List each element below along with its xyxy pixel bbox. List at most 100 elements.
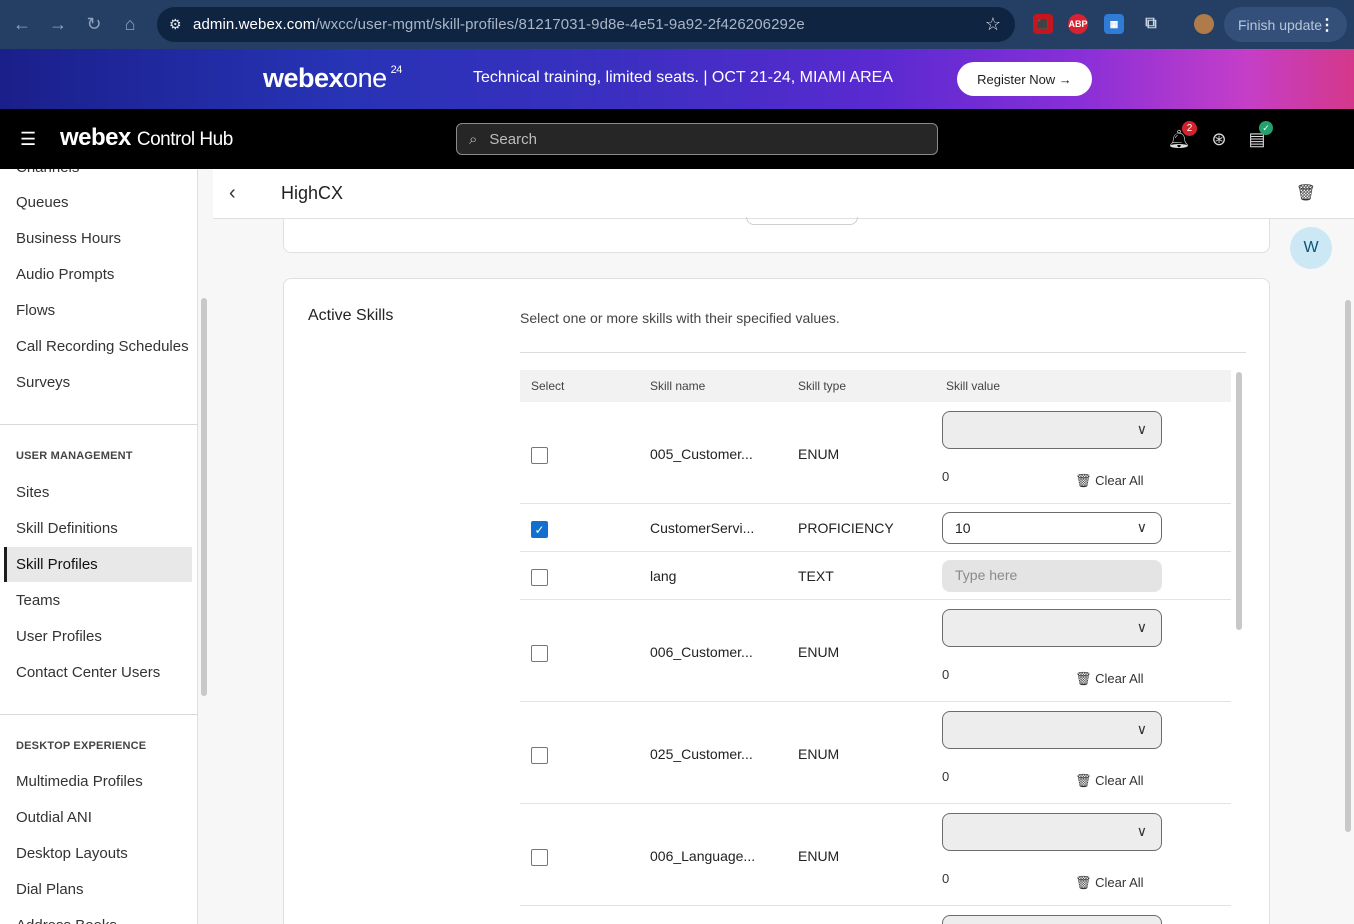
skill-type: ENUM: [798, 644, 840, 660]
finish-update-button[interactable]: Finish update ⋮: [1224, 7, 1347, 42]
sidebar-item-surveys[interactable]: Surveys: [4, 365, 192, 400]
col-skill-name: Skill name: [650, 379, 706, 393]
chevron-down-icon: ∨: [1136, 721, 1147, 737]
sidebar-item-dial-plans[interactable]: Dial Plans: [4, 872, 192, 907]
pdf-icon[interactable]: ⬛: [1033, 14, 1053, 34]
skill-value-dropdown[interactable]: ∨: [942, 609, 1162, 647]
row-select-checkbox[interactable]: [531, 747, 548, 764]
chevron-down-icon: ∨: [1136, 519, 1147, 535]
user-avatar[interactable]: W: [1290, 227, 1332, 269]
clear-all-button[interactable]: 🗑︎ Clear All: [1075, 875, 1144, 891]
profile-avatar-icon[interactable]: [1194, 14, 1214, 34]
table-row: 025_Customer... ENUM ∨ 0 🗑︎ Clear All: [520, 702, 1231, 804]
promo-banner: webexone 24 Technical training, limited s…: [0, 49, 1354, 109]
sidebar-item-multimedia-profiles[interactable]: Multimedia Profiles: [4, 764, 192, 799]
sidebar-item-teams[interactable]: Teams: [4, 583, 192, 618]
skill-type: TEXT: [798, 568, 834, 584]
proficiency-dropdown[interactable]: 10 ∨: [942, 512, 1162, 544]
sidebar-item-call-recording-schedules[interactable]: Call Recording Schedules: [4, 329, 192, 364]
home-icon[interactable]: ⌂: [112, 6, 148, 42]
sidebar-item-flows[interactable]: Flows: [4, 293, 192, 328]
status-ok-badge: ✓: [1259, 121, 1273, 135]
back-icon[interactable]: ←: [4, 6, 40, 42]
selected-count: 0: [942, 769, 950, 784]
clear-all-label: Clear All: [1095, 773, 1144, 788]
sidebar-scrollbar[interactable]: [201, 298, 207, 696]
selected-count: 0: [942, 469, 950, 484]
previous-section-control: [746, 217, 858, 225]
clear-all-button[interactable]: 🗑︎ Clear All: [1075, 671, 1144, 687]
banner-message: Technical training, limited seats. | OCT…: [473, 69, 894, 86]
skill-type: ENUM: [798, 746, 840, 762]
reload-icon[interactable]: ↻: [76, 6, 112, 42]
sidebar-item-outdial-ani[interactable]: Outdial ANI: [4, 800, 192, 835]
sidebar-item-skill-definitions[interactable]: Skill Definitions: [4, 511, 192, 546]
clear-all-label: Clear All: [1095, 671, 1144, 686]
sidebar-item-skill-profiles[interactable]: Skill Profiles: [4, 547, 192, 582]
global-search-input[interactable]: ⌕ Search: [456, 123, 938, 155]
skill-type: ENUM: [798, 848, 840, 864]
skill-value-dropdown[interactable]: ∨: [942, 813, 1162, 851]
table-row: 005_Customer... ENUM ∨ 0 🗑︎ Clear All: [520, 402, 1231, 504]
chevron-down-icon: ∨: [1136, 619, 1147, 635]
page-scrollbar[interactable]: [1345, 300, 1351, 832]
col-skill-value: Skill value: [946, 379, 1001, 393]
sidebar-item-audio-prompts[interactable]: Audio Prompts: [4, 257, 192, 292]
table-row: 006_Language... ENUM ∨ 0 🗑︎ Clear All: [520, 804, 1231, 906]
table-row: [520, 906, 1231, 924]
table-scrollbar[interactable]: [1236, 372, 1242, 630]
table-row: 006_Customer... ENUM ∨ 0 🗑︎ Clear All: [520, 600, 1231, 702]
sidebar-item-address-books[interactable]: Address Books: [4, 908, 192, 924]
table-row: lang TEXT Type here: [520, 552, 1231, 600]
trash-icon: 🗑︎: [1075, 773, 1096, 788]
previous-section-card: [283, 217, 1270, 253]
skill-value-dropdown[interactable]: [942, 915, 1162, 924]
sidebar-item-channels[interactable]: Channels: [4, 169, 192, 185]
sidebar-item-sites[interactable]: Sites: [4, 475, 192, 510]
sidebar-item-business-hours[interactable]: Business Hours: [4, 221, 192, 256]
section-desktop-experience: DESKTOP EXPERIENCE: [16, 740, 147, 752]
skill-text-input[interactable]: Type here: [942, 560, 1162, 592]
skill-type: ENUM: [798, 446, 840, 462]
delete-trash-icon[interactable]: 🗑︎: [1296, 183, 1316, 203]
url-host: admin.webex.com: [193, 16, 316, 33]
active-skills-card: Active Skills Select one or more skills …: [283, 278, 1270, 924]
skill-value-dropdown[interactable]: ∨: [942, 411, 1162, 449]
register-now-button[interactable]: Register Now →: [957, 62, 1092, 96]
clear-all-button[interactable]: 🗑︎ Clear All: [1075, 473, 1144, 489]
section-user-management: USER MANAGEMENT: [16, 450, 133, 462]
address-bar[interactable]: ⚙ admin.webex.com/wxcc/user-mgmt/skill-p…: [157, 7, 1015, 42]
bookmark-star-icon[interactable]: ☆: [985, 14, 1001, 35]
help-icon[interactable]: ⊛: [1207, 127, 1231, 151]
skill-name: 006_Customer...: [650, 644, 753, 660]
sidebar-item-queues[interactable]: Queues: [4, 185, 192, 220]
sidebar-item-user-profiles[interactable]: User Profiles: [4, 619, 192, 654]
forward-icon[interactable]: →: [40, 6, 76, 42]
hamburger-menu-icon[interactable]: ☰: [20, 129, 36, 150]
clear-all-label: Clear All: [1095, 875, 1144, 890]
notification-badge: 2: [1182, 121, 1197, 136]
chevron-down-icon: ∨: [1136, 823, 1147, 839]
row-select-checkbox[interactable]: [531, 569, 548, 586]
row-select-checkbox[interactable]: [531, 645, 548, 662]
page-header: ‹ HighCX 🗑︎: [213, 169, 1354, 219]
control-hub-logo: webex Control Hub: [60, 124, 233, 151]
translate-icon[interactable]: ▦: [1104, 14, 1124, 34]
finish-update-label: Finish update: [1238, 16, 1323, 33]
row-select-checkbox[interactable]: [531, 849, 548, 866]
skill-value-dropdown[interactable]: ∨: [942, 711, 1162, 749]
sidebar-item-contact-center-users[interactable]: Contact Center Users: [4, 655, 192, 690]
row-select-checkbox-checked[interactable]: ✓: [531, 521, 548, 538]
row-select-checkbox[interactable]: [531, 447, 548, 464]
table-row: ✓ CustomerServi... PROFICIENCY 10 ∨: [520, 504, 1231, 552]
url-path: /wxcc/user-mgmt/skill-profiles/81217031-…: [315, 16, 805, 33]
sidebar-nav: Channels Queues Business Hours Audio Pro…: [0, 169, 198, 924]
sidebar-item-desktop-layouts[interactable]: Desktop Layouts: [4, 836, 192, 871]
section-divider: [520, 352, 1246, 353]
abp-icon[interactable]: ABP: [1068, 14, 1088, 34]
site-info-icon[interactable]: ⚙: [169, 16, 193, 33]
more-vert-icon[interactable]: ⋮: [1319, 15, 1335, 35]
clear-all-button[interactable]: 🗑︎ Clear All: [1075, 773, 1144, 789]
puzzle-icon[interactable]: ⧉: [1141, 14, 1161, 34]
back-arrow-icon[interactable]: ‹: [229, 182, 236, 205]
